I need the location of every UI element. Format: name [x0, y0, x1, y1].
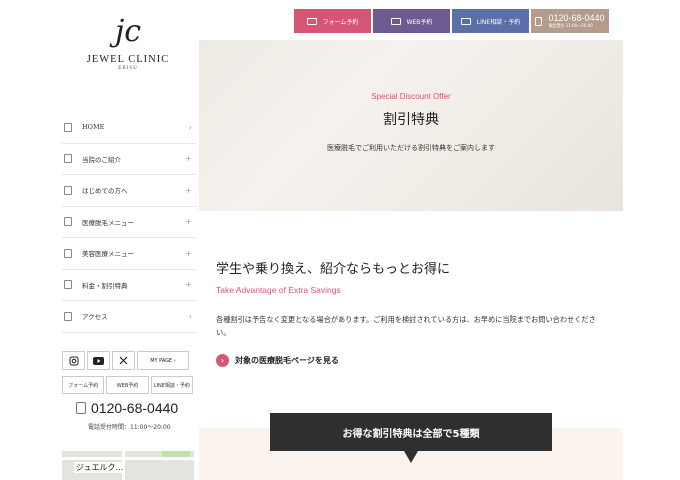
- mypage-button[interactable]: MY PAGE ›: [137, 351, 189, 370]
- nav-label: HOME: [82, 123, 105, 132]
- hero-banner: Special Discount Offer 割引特典 医療脱毛でご利用いただけ…: [199, 40, 623, 211]
- plus-icon: +: [185, 154, 192, 164]
- nav-item-about[interactable]: 当院のご紹介 +: [62, 144, 196, 175]
- phone-hours: 電話受付時間：11:00〜20:00: [88, 424, 171, 431]
- hero-subtitle-en: Special Discount Offer: [371, 92, 451, 101]
- access-map[interactable]: ジュエルク…: [62, 451, 194, 480]
- header-phone-text: 0120-68-0440 電話受付 11:00〜20:00: [548, 13, 604, 28]
- web-reservation-button[interactable]: WEB予約: [106, 376, 149, 394]
- header-line-label: LINE相談・予約: [476, 18, 521, 26]
- logo-name: JEWEL CLINIC: [86, 54, 170, 65]
- header-phone-button[interactable]: 0120-68-0440 電話受付 11:00〜20:00: [531, 9, 609, 33]
- hair-removal-page-link[interactable]: › 対象の医療脱毛ページを見る: [216, 354, 616, 367]
- nav-item-first-time[interactable]: はじめての方へ +: [62, 175, 196, 207]
- nav-label: 美容医療メニュー: [82, 250, 134, 259]
- hero-description: 医療脱毛でご利用いただける割引特典をご案内します: [327, 144, 495, 152]
- plus-icon: +: [185, 217, 192, 227]
- header-web-button[interactable]: WEB予約: [373, 9, 450, 33]
- beginner-icon: [64, 185, 72, 195]
- nav-item-hair-removal[interactable]: 医療脱毛メニュー +: [62, 207, 196, 238]
- section-paragraph: 各種割引は予告なく変更となる場合があります。ご利用を検討されている方は、お早めに…: [216, 315, 596, 337]
- nav-item-home[interactable]: HOME ›: [62, 112, 196, 144]
- header-phone-hours: 電話受付 11:00〜20:00: [548, 22, 593, 28]
- map-label: ジュエルク…: [74, 462, 126, 473]
- beauty-icon: [64, 248, 72, 258]
- nav-label: 医療脱毛メニュー: [82, 218, 134, 227]
- chat-icon: [460, 17, 471, 25]
- nav-item-access[interactable]: アクセス ›: [62, 301, 196, 333]
- page-title: 割引特典: [383, 112, 439, 128]
- price-icon: [64, 280, 72, 290]
- header-form-label: フォーム予約: [322, 18, 359, 26]
- nav-label: はじめての方へ: [82, 187, 128, 196]
- youtube-icon[interactable]: [87, 351, 110, 370]
- form-reservation-button[interactable]: フォーム予約: [62, 376, 105, 394]
- checklist-icon: [390, 17, 401, 25]
- header-actions: フォーム予約 WEB予約 LINE相談・予約 0120-68-0440 電話受付…: [294, 9, 609, 33]
- logo-mark: jc: [114, 14, 142, 49]
- map-road: [62, 457, 194, 460]
- plus-icon: +: [185, 185, 192, 195]
- plus-icon: +: [185, 280, 192, 290]
- plus-icon: +: [185, 248, 192, 258]
- side-nav: HOME › 当院のご紹介 + はじめての方へ + 医療脱毛メニュー + 美容医…: [62, 112, 196, 333]
- phone-icon: [535, 16, 543, 26]
- header-web-label: WEB予約: [406, 18, 433, 26]
- line-reservation-button[interactable]: LINE相談・予約: [150, 376, 193, 394]
- instagram-icon[interactable]: [62, 351, 85, 370]
- nav-label: アクセス: [82, 313, 108, 322]
- nav-label: 料金・割引特典: [82, 281, 128, 290]
- home-icon: [64, 122, 72, 132]
- reservation-buttons: フォーム予約 WEB予約 LINE相談・予約: [62, 376, 193, 394]
- social-links: MY PAGE ›: [62, 351, 192, 370]
- logo-sub: EBISU: [118, 66, 138, 71]
- offers-count-banner: お得な割引特典は全部で5種類: [270, 413, 552, 451]
- chevron-right-icon: ›: [188, 311, 192, 321]
- clinic-logo[interactable]: jc JEWEL CLINIC EBISU: [58, 14, 198, 71]
- banner-pointer: [404, 451, 418, 463]
- section-subtitle-en: Take Advantage of Extra Savings: [216, 285, 341, 295]
- header-line-button[interactable]: LINE相談・予約: [452, 9, 529, 33]
- chevron-right-icon: ›: [216, 354, 229, 367]
- sidebar: jc JEWEL CLINIC EBISU HOME › 当院のご紹介 + はじ…: [58, 0, 198, 480]
- nav-item-pricing[interactable]: 料金・割引特典 +: [62, 270, 196, 301]
- location-pin-icon: [64, 311, 72, 321]
- discount-section: 学生や乗り換え、紹介ならもっとお得に Take Advantage of Ext…: [216, 258, 616, 367]
- nav-label: 当院のご紹介: [82, 155, 121, 164]
- sidebar-phone[interactable]: 0120-68-0440: [76, 400, 178, 416]
- mail-icon: [306, 17, 317, 25]
- link-label: 対象の医療脱毛ページを見る: [235, 356, 339, 365]
- phone-number: 0120-68-0440: [91, 400, 179, 416]
- map-park: [162, 451, 190, 457]
- clinic-icon: [64, 154, 72, 164]
- section-title: 学生や乗り換え、紹介ならもっとお得に: [216, 262, 451, 277]
- x-twitter-icon[interactable]: [112, 351, 135, 370]
- chevron-right-icon: ›: [188, 122, 192, 132]
- nav-item-beauty[interactable]: 美容医療メニュー +: [62, 238, 196, 270]
- phone-icon: [76, 402, 86, 414]
- header-form-button[interactable]: フォーム予約: [294, 9, 371, 33]
- menu-icon: [64, 217, 72, 227]
